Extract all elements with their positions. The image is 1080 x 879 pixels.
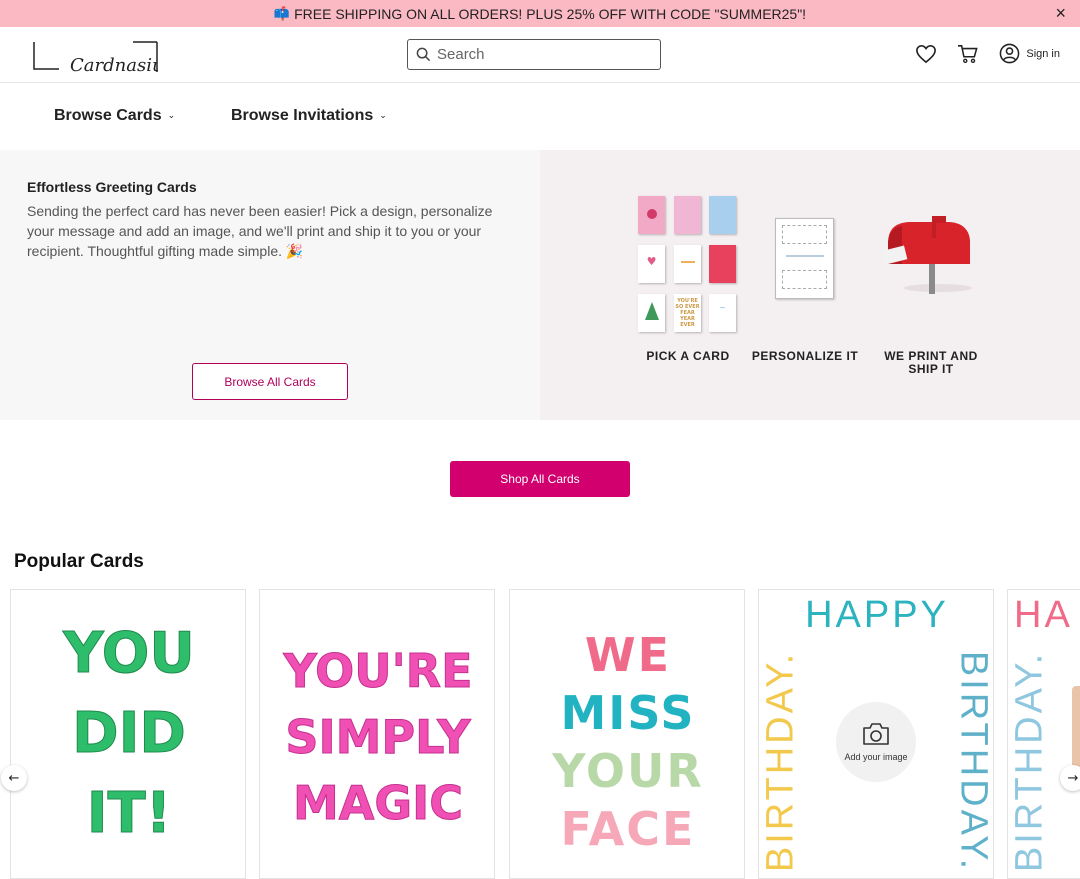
nav-browse-cards-label: Browse Cards [54, 107, 162, 124]
card-text-line: MAGIC [260, 770, 495, 836]
mini-card [709, 245, 736, 283]
card-art: YOU'RE SIMPLY MAGIC [260, 638, 495, 836]
personalize-card-icon [775, 218, 834, 299]
promo-text: FREE SHIPPING ON ALL ORDERS! PLUS 25% OF… [294, 6, 806, 22]
nav-browse-cards[interactable]: Browse Cards ⌄ [54, 107, 175, 125]
cart-button[interactable] [957, 44, 979, 64]
card-photo [1072, 686, 1080, 776]
arrow-left-icon: ← [9, 771, 20, 786]
site-header: Cardnasium Sign in [0, 27, 1080, 83]
cart-icon [957, 44, 979, 64]
mini-card: ♥ [638, 245, 665, 283]
card-text-line: YOU [11, 614, 246, 694]
step-we-print-and-ship-it: WE PRINT AND SHIP IT [878, 350, 984, 376]
mini-card: ~ [709, 294, 736, 332]
logo-text: Cardnasium [70, 55, 158, 73]
nav-browse-invitations-label: Browse Invitations [231, 107, 373, 124]
mini-card: YOU'RE SO EVER FEAR YEAR EVER [674, 294, 701, 332]
mini-card [638, 196, 665, 234]
mini-card [674, 196, 701, 234]
chevron-down-icon: ⌄ [168, 110, 176, 120]
card-text-line: YOU'RE [260, 638, 495, 704]
card-text-line: MISS [510, 684, 745, 742]
signin-label: Sign in [1026, 48, 1060, 60]
popular-cards-title: Popular Cards [14, 551, 144, 573]
browse-all-cards-button[interactable]: Browse All Cards [192, 363, 348, 400]
card-text-line: YOUR [510, 742, 745, 800]
card-happy-birthday[interactable]: HAPPY BIRTHDAY. BIRTHDAY. Add your image [758, 589, 994, 879]
mailbox-icon [878, 212, 974, 296]
add-image-button[interactable]: Add your image [836, 702, 916, 782]
search-icon [416, 47, 431, 62]
search-input[interactable] [437, 46, 647, 63]
heart-icon [915, 44, 937, 64]
carousel-prev-button[interactable]: ← [1, 765, 27, 791]
arrow-right-icon: → [1068, 771, 1079, 786]
hero-title: Effortless Greeting Cards [27, 179, 197, 195]
user-icon [999, 43, 1020, 64]
card-text-line: SIMPLY [260, 704, 495, 770]
card-art-side-left: BIRTHDAY. [760, 632, 803, 879]
card-we-miss-your-face[interactable]: WE MISS YOUR FACE [509, 589, 745, 879]
hero-description: Sending the perfect card has never been … [27, 201, 507, 261]
main-nav: Browse Cards ⌄ Browse Invitations ⌄ [0, 83, 1080, 150]
shop-all-cards-button[interactable]: Shop All Cards [450, 461, 630, 497]
step-pick-a-card: PICK A CARD [638, 350, 738, 363]
hero-steps-panel: ♥ YOU'RE SO EVER FEAR YEAR EVER ~ PICK A… [540, 150, 1080, 420]
card-you-did-it[interactable]: YOU DID IT! [10, 589, 246, 879]
mailbox-icon: 📫 [274, 6, 290, 22]
mini-card [638, 294, 665, 332]
logo[interactable]: Cardnasium [33, 41, 158, 73]
card-text-line: FACE [510, 800, 745, 858]
close-icon[interactable]: × [1055, 4, 1066, 22]
carousel-next-button[interactable]: → [1060, 765, 1080, 791]
card-happy-birthday-2[interactable]: HA BIRTHDAY. [1007, 589, 1080, 879]
nav-browse-invitations[interactable]: Browse Invitations ⌄ [231, 107, 387, 125]
signin-button[interactable]: Sign in [999, 43, 1060, 64]
card-art: WE MISS YOUR FACE [510, 626, 745, 858]
card-text-line: WE [510, 626, 745, 684]
camera-icon [861, 722, 891, 746]
card-text-line: DID [11, 694, 246, 774]
mini-card [674, 245, 701, 283]
hero-text-panel: Effortless Greeting Cards Sending the pe… [0, 150, 540, 420]
search-box[interactable] [407, 39, 661, 70]
card-art-side-right: BIRTHDAY. [952, 632, 995, 879]
add-image-label: Add your image [844, 752, 907, 762]
chevron-down-icon: ⌄ [379, 110, 387, 120]
promo-banner: 📫 FREE SHIPPING ON ALL ORDERS! PLUS 25% … [0, 0, 1080, 27]
mini-card [709, 196, 736, 234]
card-art: YOU DID IT! [11, 614, 246, 854]
card-youre-simply-magic[interactable]: YOU'RE SIMPLY MAGIC [259, 589, 495, 879]
step-personalize-it: PERSONALIZE IT [750, 350, 860, 363]
card-art-side: BIRTHDAY. [1009, 632, 1052, 879]
card-text-line: IT! [11, 774, 246, 854]
wishlist-button[interactable] [915, 44, 937, 64]
